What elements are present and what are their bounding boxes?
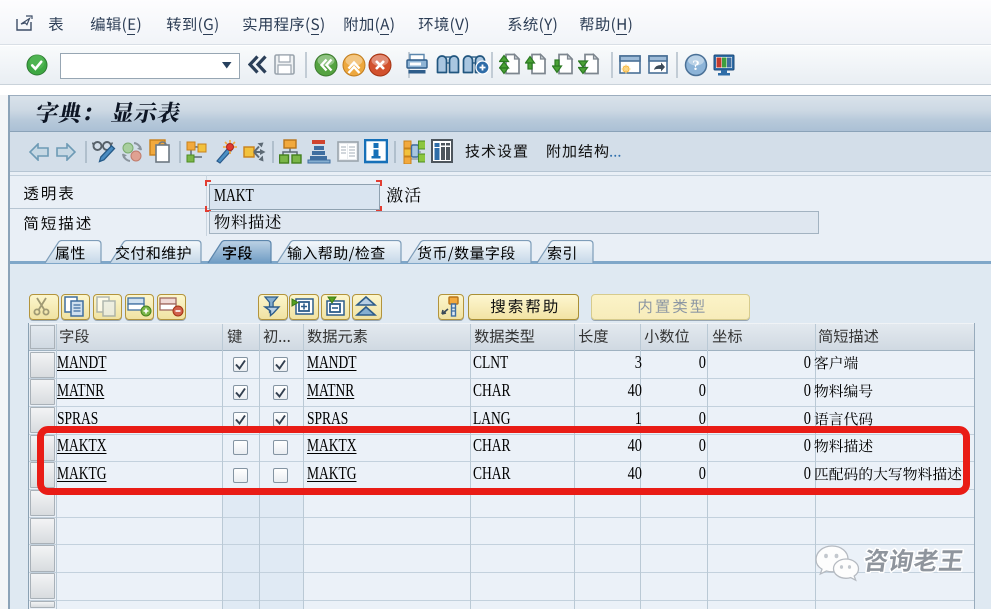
svg-text:?: ? (692, 58, 700, 74)
